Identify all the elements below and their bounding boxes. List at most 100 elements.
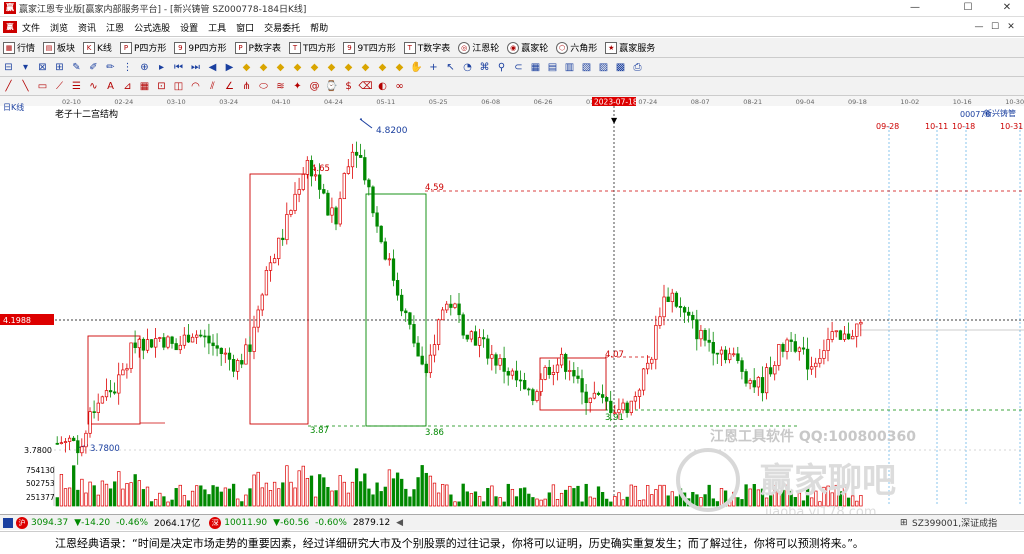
p-square-button[interactable]: P P四方形 [117, 41, 171, 54]
table-d-icon[interactable]: ▧ [579, 60, 594, 75]
menu-file[interactable]: 文件 [17, 21, 45, 34]
table-a-icon[interactable]: ▦ [528, 60, 543, 75]
square-tool-icon[interactable]: ◫ [171, 79, 186, 94]
child-restore-button[interactable]: ☐ [989, 21, 1001, 33]
level-4.07-label: 4.07 [605, 350, 624, 360]
price-tool-icon[interactable]: $ [341, 79, 356, 94]
diamond-e-icon[interactable]: ◆ [307, 60, 322, 75]
index-grid-icon[interactable] [3, 517, 13, 528]
fan-tool-icon[interactable]: ⟋ [52, 79, 67, 94]
winner-wheel-button[interactable]: ◉ 赢家轮 [504, 41, 553, 54]
draw-c-icon[interactable]: ✏ [103, 60, 118, 75]
pitch-tool-icon[interactable]: ⋔ [239, 79, 254, 94]
menu-news[interactable]: 资讯 [73, 21, 101, 34]
palette-icon[interactable]: ◐ [375, 79, 390, 94]
quotes-button[interactable]: ▦ 行情 [0, 41, 40, 54]
9t-square-button[interactable]: 9 9T四方形 [340, 41, 400, 54]
prev-icon[interactable]: ◀ [205, 60, 220, 75]
volume-bar [580, 501, 584, 507]
time-tool-icon[interactable]: ⌚ [324, 79, 339, 94]
pan-icon[interactable]: ⊞ [52, 60, 67, 75]
channel-tool-icon[interactable]: ⫽ [205, 79, 220, 94]
diamond-h-icon[interactable]: ◆ [358, 60, 373, 75]
ellipse-tool-icon[interactable]: ⬭ [256, 79, 271, 94]
last-icon[interactable]: ⏭ [188, 60, 203, 75]
diamond-b-icon[interactable]: ◆ [256, 60, 271, 75]
draw-b-icon[interactable]: ✐ [86, 60, 101, 75]
hexagon-button[interactable]: ⬡ 六角形 [553, 41, 602, 54]
line-tool-icon[interactable]: ╱ [1, 79, 16, 94]
zoom-icon[interactable]: ⊠ [35, 60, 50, 75]
9p-square-icon: 9 [174, 41, 187, 54]
diamond-g-icon[interactable]: ◆ [341, 60, 356, 75]
p-table-button[interactable]: P P数字表 [232, 41, 286, 54]
measure-tool-icon[interactable]: ⊿ [120, 79, 135, 94]
menu-browse[interactable]: 浏览 [45, 21, 73, 34]
draw-d-icon[interactable]: ⋮ [120, 60, 135, 75]
grid-tool-icon[interactable]: ▦ [137, 79, 152, 94]
t-square-button[interactable]: T T四方形 [286, 41, 341, 54]
crosshair-icon[interactable]: + [426, 60, 441, 75]
diamond-c-icon[interactable]: ◆ [273, 60, 288, 75]
9p-square-button[interactable]: 9 9P四方形 [171, 41, 231, 54]
blocks-button[interactable]: ▤ 板块 [40, 41, 80, 54]
volume-bar [322, 477, 326, 507]
volume-bar [256, 471, 260, 507]
table-e-icon[interactable]: ▨ [596, 60, 611, 75]
menu-gann[interactable]: 江恩 [101, 21, 129, 34]
menu-settings[interactable]: 设置 [175, 21, 203, 34]
hand-icon[interactable]: ✋ [409, 60, 424, 75]
pin-icon[interactable]: ⚲ [494, 60, 509, 75]
layout-icon[interactable]: ⊟ [1, 60, 16, 75]
minimize-button[interactable]: — [900, 0, 930, 17]
diamond-i-icon[interactable]: ◆ [375, 60, 390, 75]
gann-wheel-button[interactable]: ◎ 江恩轮 [455, 41, 504, 54]
tag-icon[interactable]: ⌘ [477, 60, 492, 75]
infinity-icon[interactable]: ∞ [392, 79, 407, 94]
diamond-d-icon[interactable]: ◆ [290, 60, 305, 75]
dropdown-icon[interactable]: ▾ [18, 60, 33, 75]
menu-window[interactable]: 窗口 [231, 21, 259, 34]
child-minimize-button[interactable]: — [973, 21, 985, 33]
candle-body [203, 335, 207, 338]
draw-f-icon[interactable]: ▸ [154, 60, 169, 75]
fib-tool-icon[interactable]: ☰ [69, 79, 84, 94]
kline-chart[interactable]: 02-10 02-24 03-10 03-24 04-10 04-24 05-11 05-25… [0, 96, 1024, 514]
wave-tool-icon[interactable]: ≋ [273, 79, 288, 94]
close-button[interactable]: ✕ [992, 0, 1022, 17]
ray-tool-icon[interactable]: ╲ [18, 79, 33, 94]
menu-help[interactable]: 帮助 [305, 21, 333, 34]
rect-tool-icon[interactable]: ▭ [35, 79, 50, 94]
scroll-left-icon[interactable]: ◀ [396, 518, 403, 528]
angle-tool-icon[interactable]: ∠ [222, 79, 237, 94]
draw-e-icon[interactable]: ⊕ [137, 60, 152, 75]
pie-icon[interactable]: ◔ [460, 60, 475, 75]
diamond-a-icon[interactable]: ◆ [239, 60, 254, 75]
print-icon[interactable]: ⎙ [630, 60, 645, 75]
table-b-icon[interactable]: ▤ [545, 60, 560, 75]
diamond-j-icon[interactable]: ◆ [392, 60, 407, 75]
service-button[interactable]: ★ 赢家服务 [602, 41, 660, 54]
menu-formula[interactable]: 公式选股 [129, 21, 175, 34]
next-icon[interactable]: ▶ [222, 60, 237, 75]
magnet-icon[interactable]: ⊂ [511, 60, 526, 75]
t-table-button[interactable]: T T数字表 [401, 41, 456, 54]
delete-tool-icon[interactable]: ⌫ [358, 79, 373, 94]
maximize-button[interactable]: ☐ [953, 0, 983, 17]
menu-tools[interactable]: 工具 [203, 21, 231, 34]
first-icon[interactable]: ⏮ [171, 60, 186, 75]
calendar-icon[interactable]: ▩ [613, 60, 628, 75]
draw-a-icon[interactable]: ✎ [69, 60, 84, 75]
menu-trade[interactable]: 交易委托 [259, 21, 305, 34]
table-c-icon[interactable]: ▥ [562, 60, 577, 75]
gann-box-tool-icon[interactable]: ⊡ [154, 79, 169, 94]
diamond-f-icon[interactable]: ◆ [324, 60, 339, 75]
text-tool-icon[interactable]: A [103, 79, 118, 94]
star-tool-icon[interactable]: ✦ [290, 79, 305, 94]
arrow-cursor-icon[interactable]: ↖ [443, 60, 458, 75]
kline-button[interactable]: K K线 [80, 41, 117, 54]
cycle-tool-icon[interactable]: ∿ [86, 79, 101, 94]
spiral-tool-icon[interactable]: @ [307, 79, 322, 94]
arc-tool-icon[interactable]: ◠ [188, 79, 203, 94]
child-close-button[interactable]: ✕ [1005, 21, 1017, 33]
